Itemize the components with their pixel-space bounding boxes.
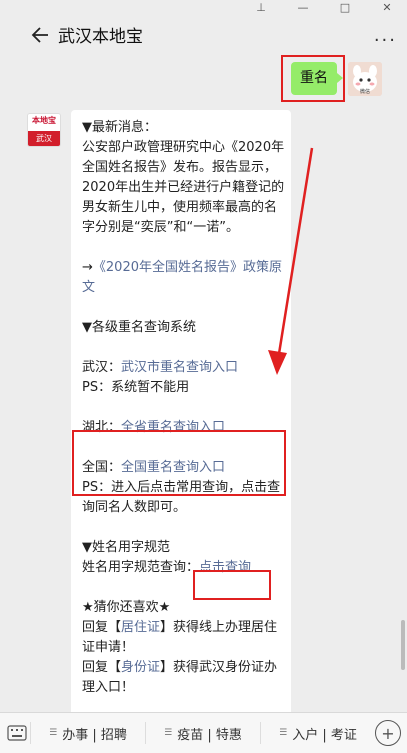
menu-item-residency[interactable]: ☰ 入户 | 考证 [260,722,375,744]
nav-bar: 武汉本地宝 ··· [0,14,407,56]
menu-item-vaccine[interactable]: ☰ 疫苗 | 特惠 [145,722,260,744]
reply2-prefix: 回复【 [82,660,122,675]
bottom-menu-bar: ☰ 办事 | 招聘 ☰ 疫苗 | 特惠 ☰ 入户 | 考证 + [0,712,407,753]
wuhan-line: 武汉：武汉市重名查询入口 [82,358,286,378]
menu-triangle-icon: ☰ [279,728,288,738]
standard-label: 姓名用字规范查询： [82,560,200,575]
reply-line-2: 回复【身份证】获得武汉身份证办理入口！ [82,658,286,698]
highlight-box-user [281,55,345,102]
wuhan-ps: PS：系统暂不能用 [82,380,190,395]
menu-triangle-icon: ☰ [49,728,58,738]
query-header: ▼各级重名查询系统 [82,320,196,335]
report-link[interactable]: 《2020年全国姓名报告》政策原文 [82,260,282,295]
report-line: →《2020年全国姓名报告》政策原文 [82,258,286,298]
highlight-box-standard-link [193,570,271,600]
report-arrow: → [82,260,93,275]
avatar-caption: 微信 [359,89,370,95]
scrollbar[interactable] [401,620,405,670]
bot-avatar[interactable]: 本地宝 武汉 [27,113,61,147]
latest-header: ▼最新消息： [82,120,157,135]
keyboard-icon[interactable] [4,720,30,746]
menu-triangle-icon: ☰ [164,728,173,738]
reply-line-1: 回复【居住证】获得线上办理居住证申请！ [82,618,286,658]
maximize-icon[interactable]: □ [339,1,351,14]
menu-label: 疫苗 | 特惠 [177,727,242,743]
window-title-bar: ⊥ — □ ✕ [0,0,407,14]
highlight-box-province-national [72,430,286,496]
minimize-icon[interactable]: — [297,1,309,14]
wuhan-label: 武汉： [82,360,122,375]
reply2-keyword[interactable]: 身份证 [121,660,160,675]
more-icon[interactable]: ··· [374,32,397,50]
bot-avatar-top: 本地宝 [28,114,60,131]
chat-title: 武汉本地宝 [58,27,143,47]
menu-label: 入户 | 考证 [292,727,357,743]
back-arrow-icon[interactable] [30,25,50,45]
pin-icon[interactable]: ⊥ [255,1,267,14]
reply1-keyword[interactable]: 居住证 [121,620,160,635]
bot-message-bubble: ▼最新消息： 公安部户政管理研究中心《2020年全国姓名报告》发布。报告显示，2… [71,110,291,720]
menu-label: 办事 | 招聘 [62,727,127,743]
close-icon[interactable]: ✕ [381,1,393,14]
standard-header: ▼姓名用字规范 [82,540,170,555]
add-icon[interactable]: + [375,720,401,746]
reply1-prefix: 回复【 [82,620,122,635]
user-avatar[interactable]: 微信 [348,62,382,96]
bot-avatar-bottom: 武汉 [28,131,60,146]
guess-header: ★猜你还喜欢★ [82,600,171,615]
latest-body: 公安部户政管理研究中心《2020年全国姓名报告》发布。报告显示，2020年出生并… [82,140,285,235]
wuhan-link[interactable]: 武汉市重名查询入口 [121,360,238,375]
menu-item-services[interactable]: ☰ 办事 | 招聘 [30,722,145,744]
